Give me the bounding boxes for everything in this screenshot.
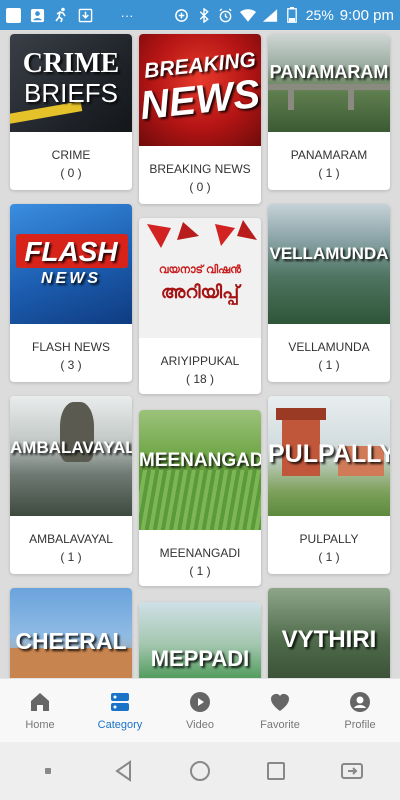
nav-video[interactable]: Video	[160, 679, 240, 742]
more-icon: ···	[120, 7, 134, 23]
nav-label: Favorite	[260, 719, 300, 731]
thumbnail-subtitle: അറിയിപ്പ്	[160, 282, 240, 302]
category-count: ( 1 )	[318, 550, 340, 564]
category-thumbnail: വയനാട് വിഷൻ അറിയിപ്പ്	[139, 218, 261, 338]
nav-favorite[interactable]: Favorite	[240, 679, 320, 742]
contacts-icon	[29, 7, 45, 23]
thumbnail-title: CRIME	[22, 48, 120, 79]
category-name: PULPALLY	[299, 532, 359, 546]
category-count: ( 18 )	[185, 372, 214, 386]
notification-icon	[6, 7, 21, 23]
category-name: MEENANGADI	[159, 546, 241, 560]
category-thumbnail: VYTHIRI	[268, 588, 390, 678]
category-thumbnail: VELLAMUNDA	[268, 204, 390, 324]
category-grid: CRIME BRIEFS CRIME ( 0 ) BREAKING NEWS B…	[0, 30, 400, 678]
category-thumbnail: CRIME BRIEFS	[10, 34, 132, 132]
recents-icon[interactable]	[263, 758, 289, 784]
category-name: AMBALAVAYAL	[29, 532, 113, 546]
data-saver-icon	[174, 7, 190, 23]
category-name: ARIYIPPUKAL	[160, 354, 240, 368]
category-card-flash-news[interactable]: FLASH NEWS FLASH NEWS ( 3 )	[10, 204, 132, 382]
thumbnail-subtitle: BRIEFS	[24, 78, 118, 108]
alarm-icon	[218, 7, 234, 23]
thumbnail-subtitle: NEWS	[41, 270, 101, 287]
nav-home[interactable]: Home	[0, 679, 80, 742]
category-thumbnail: AMBALAVAYAL	[10, 396, 132, 516]
category-thumbnail: PULPALLY	[268, 396, 390, 516]
home-icon	[31, 693, 49, 711]
category-name: VELLAMUNDA	[288, 340, 370, 354]
category-card-panamaram[interactable]: PANAMARAM PANAMARAM ( 1 )	[268, 34, 390, 190]
thumbnail-title: AMBALAVAYAL	[10, 438, 132, 457]
category-thumbnail: CHEERAL	[10, 588, 132, 678]
thumbnail-title: CHEERAL	[15, 628, 127, 654]
thumbnail-title: VYTHIRI	[281, 626, 377, 653]
thumbnail-title: വയനാട് വിഷൻ	[158, 264, 242, 276]
category-card-ambalavayal[interactable]: AMBALAVAYAL AMBALAVAYAL ( 1 )	[10, 396, 132, 574]
nav-label: Profile	[344, 719, 376, 731]
system-navigation-bar	[0, 742, 400, 800]
category-name: FLASH NEWS	[31, 340, 110, 354]
home-button-icon[interactable]	[187, 758, 213, 784]
nav-label: Video	[186, 719, 214, 731]
thumbnail-title: FLASH	[24, 236, 118, 267]
category-thumbnail: BREAKING NEWS	[139, 34, 261, 146]
category-card-crime[interactable]: CRIME BRIEFS CRIME ( 0 )	[10, 34, 132, 190]
category-thumbnail: PANAMARAM	[268, 34, 390, 132]
category-card-cheeral[interactable]: CHEERAL	[10, 588, 132, 678]
signal-icon	[262, 7, 278, 23]
clock: 9:00 pm	[339, 6, 394, 24]
video-icon	[190, 692, 210, 712]
thumbnail-title: PULPALLY	[268, 440, 390, 468]
battery-icon	[284, 7, 300, 23]
switch-app-icon[interactable]	[339, 758, 365, 784]
dot-icon[interactable]	[35, 758, 61, 784]
category-icon	[111, 693, 129, 711]
wifi-icon	[239, 7, 256, 23]
nav-category[interactable]: Category	[80, 679, 160, 742]
status-bar: ··· 25% 9:00 pm	[0, 0, 400, 30]
nav-label: Home	[25, 719, 55, 731]
category-thumbnail: MEPPADI	[139, 602, 261, 678]
category-thumbnail: MEENANGADI	[139, 410, 261, 530]
thumbnail-title: VELLAMUNDA	[269, 244, 389, 263]
download-icon	[77, 7, 93, 23]
back-icon[interactable]	[111, 758, 137, 784]
category-card-vellamunda[interactable]: VELLAMUNDA VELLAMUNDA ( 1 )	[268, 204, 390, 382]
category-name: BREAKING NEWS	[149, 162, 251, 176]
heart-icon	[271, 694, 289, 711]
category-count: ( 0 )	[189, 180, 211, 194]
category-card-vythiri[interactable]: VYTHIRI	[268, 588, 390, 678]
category-count: ( 3 )	[60, 358, 82, 372]
thumbnail-title: MEPPADI	[150, 646, 250, 671]
category-count: ( 1 )	[318, 358, 340, 372]
nav-label: Category	[97, 719, 143, 731]
nav-profile[interactable]: Profile	[320, 679, 400, 742]
category-name: CRIME	[51, 148, 91, 162]
category-card-ariyippukal[interactable]: വയനാട് വിഷൻ അറിയിപ്പ് ARIYIPPUKAL ( 18 )	[139, 218, 261, 394]
category-card-meenangadi[interactable]: MEENANGADI MEENANGADI ( 1 )	[139, 410, 261, 586]
category-count: ( 1 )	[60, 550, 82, 564]
bluetooth-icon	[196, 7, 212, 23]
profile-icon	[350, 692, 370, 712]
thumbnail-title: PANAMARAM	[269, 62, 389, 82]
category-thumbnail: FLASH NEWS	[10, 204, 132, 324]
category-card-meppadi[interactable]: MEPPADI	[139, 602, 261, 678]
category-card-pulpally[interactable]: PULPALLY PULPALLY ( 1 )	[268, 396, 390, 574]
category-count: ( 0 )	[60, 166, 82, 180]
bottom-navigation: Home Category Video Favorite Profile	[0, 678, 400, 742]
runner-icon	[53, 7, 69, 23]
thumbnail-title: MEENANGADI	[139, 450, 261, 471]
category-card-breaking-news[interactable]: BREAKING NEWS BREAKING NEWS ( 0 )	[139, 34, 261, 204]
category-count: ( 1 )	[189, 564, 211, 578]
category-name: PANAMARAM	[290, 148, 368, 162]
category-count: ( 1 )	[318, 166, 340, 180]
battery-percent: 25%	[305, 7, 334, 23]
